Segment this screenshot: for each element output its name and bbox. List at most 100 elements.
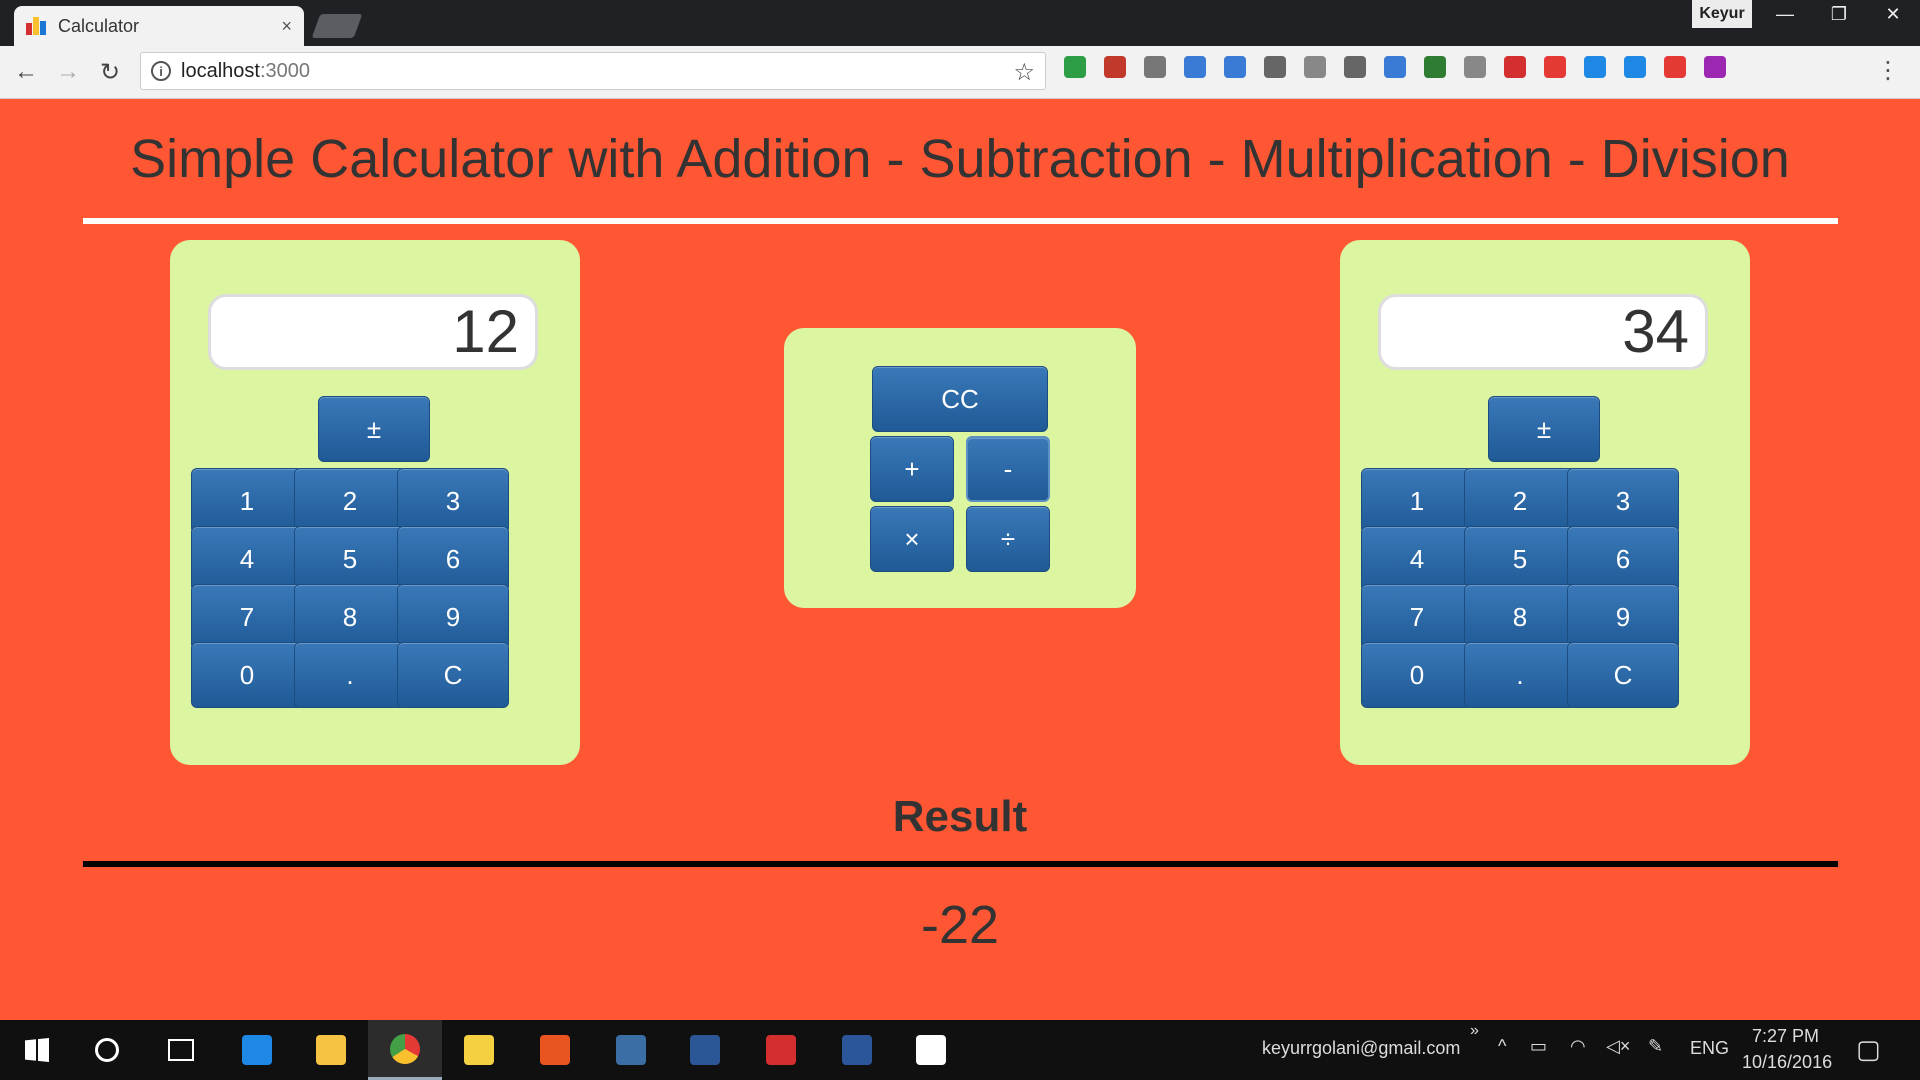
- show-hidden-icons-icon[interactable]: ^: [1498, 1036, 1506, 1057]
- bw-icon[interactable]: [1424, 56, 1446, 78]
- profile-button[interactable]: Keyur: [1692, 0, 1752, 28]
- right-sign-button[interactable]: ±: [1488, 396, 1600, 462]
- close-window-button[interactable]: ✕: [1866, 0, 1920, 28]
- add-button[interactable]: +: [870, 436, 954, 502]
- calculator-page: Simple Calculator with Addition - Subtra…: [0, 98, 1920, 1020]
- acrobat-icon[interactable]: [744, 1020, 818, 1080]
- clock-date[interactable]: 10/16/2016: [1742, 1052, 1832, 1073]
- megaphone-icon[interactable]: [1224, 56, 1246, 78]
- left-digit-4-button[interactable]: 4: [191, 526, 303, 592]
- left-clear-button[interactable]: C: [397, 642, 509, 708]
- bookmark-star-icon[interactable]: ☆: [1013, 58, 1035, 87]
- bookmark-icon[interactable]: [1504, 56, 1526, 78]
- photos-icon[interactable]: [894, 1020, 968, 1080]
- shield-icon[interactable]: [1464, 56, 1486, 78]
- left-decimal-button[interactable]: .: [294, 642, 406, 708]
- right-digit-7-button[interactable]: 7: [1361, 584, 1473, 650]
- right-digit-5-button[interactable]: 5: [1464, 526, 1576, 592]
- right-digit-4-button[interactable]: 4: [1361, 526, 1473, 592]
- heading-divider: [83, 218, 1838, 224]
- right-display: 34: [1378, 294, 1708, 370]
- calculator-favicon: [26, 17, 48, 35]
- restore-button[interactable]: ❐: [1812, 0, 1866, 28]
- stack-icon[interactable]: [1144, 56, 1166, 78]
- window-icon[interactable]: [1384, 56, 1406, 78]
- ubuntu-icon[interactable]: [518, 1020, 592, 1080]
- operations-panel: CC + - × ÷: [784, 328, 1136, 608]
- abp-icon[interactable]: [1544, 56, 1566, 78]
- cortana-icon[interactable]: [70, 1020, 144, 1080]
- right-digit-3-button[interactable]: 3: [1567, 468, 1679, 534]
- pdf-icon[interactable]: [1104, 56, 1126, 78]
- result-value: -22: [920, 895, 1000, 955]
- tab-close-icon[interactable]: ×: [281, 16, 292, 37]
- toggle-icon[interactable]: [1624, 56, 1646, 78]
- url-host: localhost: [181, 59, 260, 82]
- pen-icon[interactable]: [1264, 56, 1286, 78]
- volume-muted-icon[interactable]: ◁×: [1606, 1036, 1630, 1057]
- word-icon[interactable]: [820, 1020, 894, 1080]
- minimize-button[interactable]: —: [1758, 0, 1812, 28]
- chevron-icon[interactable]: »: [1470, 1022, 1479, 1040]
- paint-icon[interactable]: [442, 1020, 516, 1080]
- wifi-icon[interactable]: ◠: [1570, 1036, 1586, 1057]
- url-port: :3000: [259, 59, 310, 82]
- left-sign-button[interactable]: ±: [318, 396, 430, 462]
- right-digit-8-button[interactable]: 8: [1464, 584, 1576, 650]
- forward-arrow-icon[interactable]: →: [52, 56, 84, 88]
- menu-dots-icon[interactable]: ⋮: [1876, 56, 1900, 85]
- star-box-icon[interactable]: [1664, 56, 1686, 78]
- left-digit-0-button[interactable]: 0: [191, 642, 303, 708]
- multiply-button[interactable]: ×: [870, 506, 954, 572]
- info-icon[interactable]: i: [151, 61, 171, 81]
- left-digit-1-button[interactable]: 1: [191, 468, 303, 534]
- left-digit-8-button[interactable]: 8: [294, 584, 406, 650]
- divide-button[interactable]: ÷: [966, 506, 1050, 572]
- browser-tab[interactable]: Calculator ×: [14, 6, 304, 46]
- reload-icon[interactable]: ↻: [94, 56, 126, 88]
- new-tab-button[interactable]: [311, 14, 363, 38]
- photo-icon[interactable]: [1584, 56, 1606, 78]
- language-indicator[interactable]: ENG: [1690, 1038, 1729, 1059]
- left-digit-9-button[interactable]: 9: [397, 584, 509, 650]
- right-digit-9-button[interactable]: 9: [1567, 584, 1679, 650]
- left-digit-7-button[interactable]: 7: [191, 584, 303, 650]
- color-wheel-icon[interactable]: [1704, 56, 1726, 78]
- left-digit-2-button[interactable]: 2: [294, 468, 406, 534]
- shape-icon[interactable]: [1184, 56, 1206, 78]
- right-digit-2-button[interactable]: 2: [1464, 468, 1576, 534]
- address-bar[interactable]: i localhost:3000 ☆: [140, 52, 1046, 90]
- clock-time[interactable]: 7:27 PM: [1752, 1026, 1819, 1047]
- mysql-workbench-icon[interactable]: [594, 1020, 668, 1080]
- chrome-icon[interactable]: [368, 1020, 442, 1080]
- task-view-icon[interactable]: [144, 1020, 218, 1080]
- right-decimal-button[interactable]: .: [1464, 642, 1576, 708]
- file-explorer-icon[interactable]: [294, 1020, 368, 1080]
- clear-all-button[interactable]: CC: [872, 366, 1048, 432]
- left-digit-5-button[interactable]: 5: [294, 526, 406, 592]
- user-email: keyurrgolani@gmail.com: [1262, 1038, 1461, 1058]
- extension-green-icon[interactable]: [1064, 56, 1086, 78]
- tab-title: Calculator: [58, 15, 140, 36]
- result-title: Result: [892, 792, 1028, 841]
- left-digit-6-button[interactable]: 6: [397, 526, 509, 592]
- right-digit-1-button[interactable]: 1: [1361, 468, 1473, 534]
- pen-workspace-icon[interactable]: ✎: [1648, 1036, 1663, 1057]
- left-digit-3-button[interactable]: 3: [397, 468, 509, 534]
- left-display: 12: [208, 294, 538, 370]
- page-title: Simple Calculator with Addition - Subtra…: [130, 129, 1790, 189]
- extensions-bar: [1064, 56, 1726, 78]
- right-digit-0-button[interactable]: 0: [1361, 642, 1473, 708]
- angular-icon[interactable]: [1304, 56, 1326, 78]
- browser-titlebar: Calculator × Keyur — ❐ ✕: [0, 0, 1920, 46]
- letter-a-icon[interactable]: [1344, 56, 1366, 78]
- start-icon[interactable]: [0, 1020, 74, 1080]
- powershell-icon[interactable]: [668, 1020, 742, 1080]
- action-center-icon[interactable]: ▢: [1856, 1034, 1881, 1065]
- right-digit-6-button[interactable]: 6: [1567, 526, 1679, 592]
- back-arrow-icon[interactable]: ←: [10, 56, 42, 88]
- right-clear-button[interactable]: C: [1567, 642, 1679, 708]
- battery-icon[interactable]: ▭: [1530, 1036, 1547, 1057]
- edge-icon[interactable]: [220, 1020, 294, 1080]
- subtract-button[interactable]: -: [966, 436, 1050, 502]
